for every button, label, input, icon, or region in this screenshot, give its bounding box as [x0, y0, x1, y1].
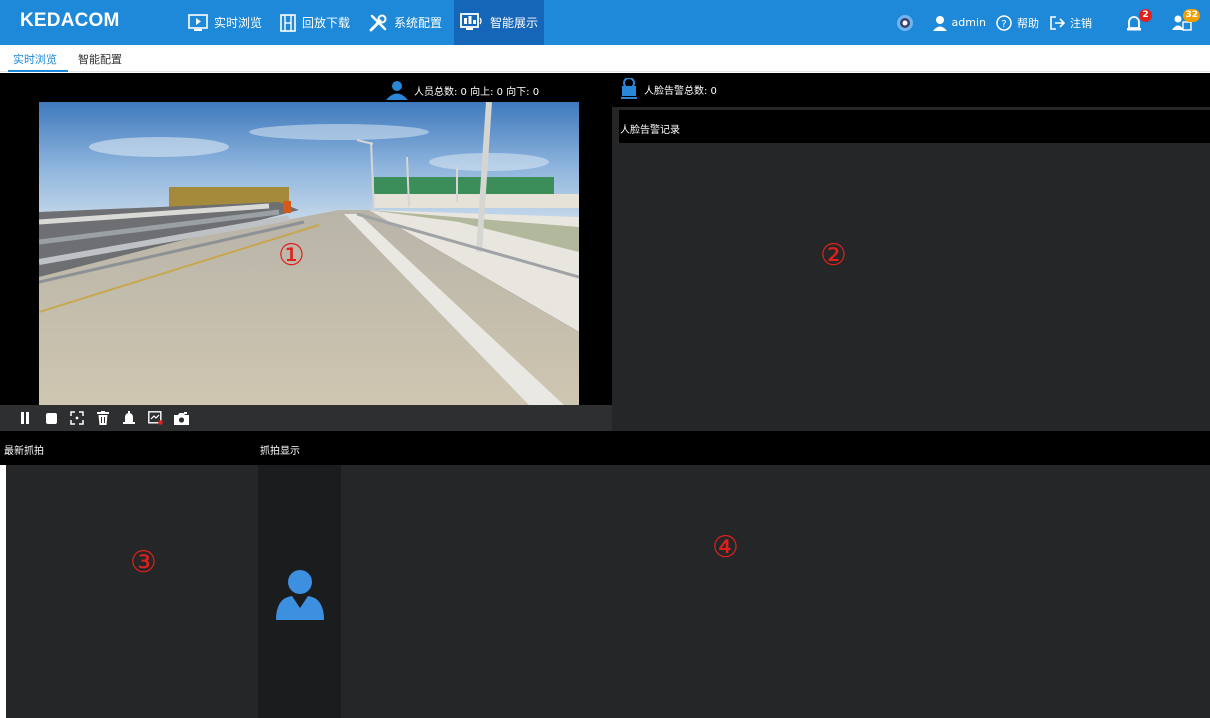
face-alarm-record-title: 人脸告警记录 — [620, 125, 680, 136]
nav-smart-display-label: 智能展示 — [490, 16, 539, 30]
messages-button[interactable]: 32 — [1168, 8, 1200, 37]
alarm-button[interactable]: 2 — [1120, 8, 1152, 37]
tools-icon — [369, 14, 387, 31]
logout-icon — [1050, 15, 1065, 30]
marker-2: ② — [820, 238, 847, 273]
help-icon: ? — [996, 14, 1012, 31]
tab-live-view[interactable]: 实时浏览 — [13, 51, 57, 67]
username-label: admin — [951, 16, 986, 29]
alarm-count-badge: 2 — [1139, 8, 1152, 22]
person-icon — [386, 81, 408, 100]
capture-header-bar — [0, 431, 1210, 465]
message-count-badge: 32 — [1183, 8, 1200, 22]
live-view-icon — [188, 13, 208, 31]
alarm-toggle-button[interactable] — [116, 408, 142, 428]
marker-3: ③ — [130, 545, 157, 580]
smart-display-icon — [460, 12, 482, 30]
delete-button[interactable] — [90, 408, 116, 428]
help-link[interactable]: ? 帮助 — [996, 14, 1039, 31]
pause-icon — [21, 412, 29, 424]
record-icon — [147, 411, 163, 425]
svg-text:?: ? — [1001, 19, 1006, 30]
face-alarm-record-header — [619, 110, 1210, 143]
person-placeholder-icon — [276, 570, 324, 620]
tab-smart-config[interactable]: 智能配置 — [78, 51, 122, 67]
snapshot-button[interactable] — [168, 408, 194, 428]
nav-system-config[interactable]: 系统配置 — [362, 0, 448, 45]
snapshot-icon — [173, 411, 189, 425]
capture-display-panel — [341, 465, 1210, 718]
marker-4: ④ — [712, 530, 739, 565]
camera-lens-icon — [896, 14, 913, 31]
nav-live-view-label: 实时浏览 — [214, 16, 263, 30]
top-bar: KEDACOM 实时浏览 回放下载 系统配置 智能展示 admin ? 帮助 注… — [0, 0, 1210, 45]
latest-capture-title: 最新抓拍 — [4, 446, 44, 457]
user-icon — [932, 15, 947, 31]
stop-button[interactable] — [38, 408, 64, 428]
face-alarm-count-bar: 人脸告警总数: 0 — [621, 78, 717, 100]
logout-label: 注销 — [1070, 16, 1092, 30]
main-nav: 实时浏览 回放下载 系统配置 智能展示 — [182, 0, 550, 45]
camera-status-button[interactable] — [896, 14, 919, 32]
record-button[interactable] — [142, 408, 168, 428]
video-toolbar — [0, 405, 612, 431]
help-label: 帮助 — [1017, 16, 1039, 30]
face-alarm-count-text: 人脸告警总数: 0 — [644, 85, 717, 97]
user-menu[interactable]: admin — [932, 15, 986, 31]
active-tab-indicator — [8, 70, 68, 72]
film-icon — [280, 13, 296, 32]
face-alarm-panel — [612, 107, 1210, 431]
latest-capture-panel — [6, 465, 258, 718]
nav-playback[interactable]: 回放下载 — [274, 0, 356, 45]
delete-icon — [97, 411, 109, 425]
nav-system-config-label: 系统配置 — [394, 16, 443, 30]
nav-live-view[interactable]: 实时浏览 — [182, 0, 268, 45]
stop-icon — [45, 412, 57, 424]
logout-link[interactable]: 注销 — [1049, 15, 1092, 31]
nav-smart-display[interactable]: 智能展示 — [454, 0, 545, 45]
camera-video-feed[interactable] — [39, 102, 579, 405]
brand-logo: KEDACOM — [20, 10, 120, 31]
video-frame — [39, 102, 579, 405]
people-count-bar: 人员总数: 0 向上: 0 向下: 0 — [386, 80, 539, 100]
face-alarm-icon — [621, 78, 637, 99]
capture-display-title: 抓拍显示 — [260, 446, 300, 457]
header-tools: admin ? 帮助 注销 2 32 — [896, 0, 1210, 45]
capture-thumbnail[interactable] — [258, 465, 341, 718]
fullscreen-button[interactable] — [64, 408, 90, 428]
sub-tabs: 实时浏览 智能配置 — [0, 45, 1210, 72]
nav-playback-label: 回放下载 — [302, 16, 351, 30]
alarm-icon — [123, 411, 135, 424]
fullscreen-icon — [70, 411, 84, 425]
marker-1: ① — [278, 238, 305, 273]
people-count-text: 人员总数: 0 向上: 0 向下: 0 — [414, 86, 540, 98]
pause-button[interactable] — [12, 408, 38, 428]
